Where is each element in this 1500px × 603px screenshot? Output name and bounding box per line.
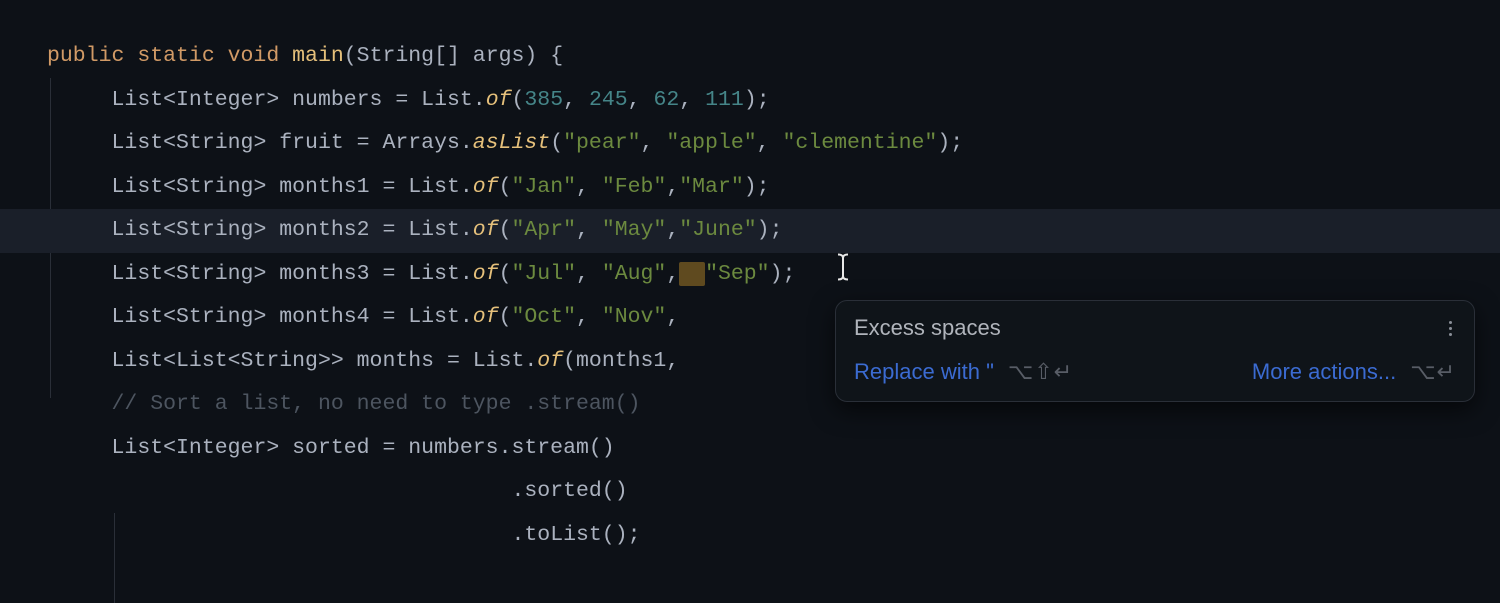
code-line[interactable]: List<String> months3 = List.of("Jul", "A… [0, 253, 1500, 297]
replace-action[interactable]: Replace with " [854, 359, 994, 385]
params: (String[] args) { [344, 44, 563, 68]
inspection-popup[interactable]: Excess spaces Replace with " ⌥⇧↵ More ac… [835, 300, 1475, 402]
code-line[interactable]: List<String> fruit = Arrays.asList("pear… [0, 122, 1500, 166]
code-line[interactable]: .toList(); [0, 514, 1500, 558]
comment: // Sort a list, no need to type .stream(… [112, 392, 641, 416]
code-line[interactable]: .sorted() [0, 470, 1500, 514]
code-line[interactable]: List<String> months1 = List.of("Jan", "F… [0, 166, 1500, 210]
code-line[interactable]: List<Integer> numbers = List.of(385, 245… [0, 79, 1500, 123]
shortcut-label: ⌥⇧↵ [1008, 359, 1073, 385]
keywords: public static void [47, 44, 279, 68]
code-line[interactable]: public static void main(String[] args) { [0, 35, 1500, 79]
code-line-active[interactable]: List<String> months2 = List.of("Apr", "M… [0, 209, 1500, 253]
code-editor[interactable]: public static void main(String[] args) {… [0, 0, 1500, 557]
more-options-icon[interactable] [1445, 317, 1456, 340]
warning-highlight[interactable] [679, 262, 705, 286]
method-name: main [292, 44, 344, 68]
code-line[interactable]: List<Integer> sorted = numbers.stream() [0, 427, 1500, 471]
more-actions-link[interactable]: More actions... [1252, 359, 1396, 385]
shortcut-label: ⌥↵ [1410, 359, 1456, 385]
popup-title: Excess spaces [854, 315, 1001, 341]
